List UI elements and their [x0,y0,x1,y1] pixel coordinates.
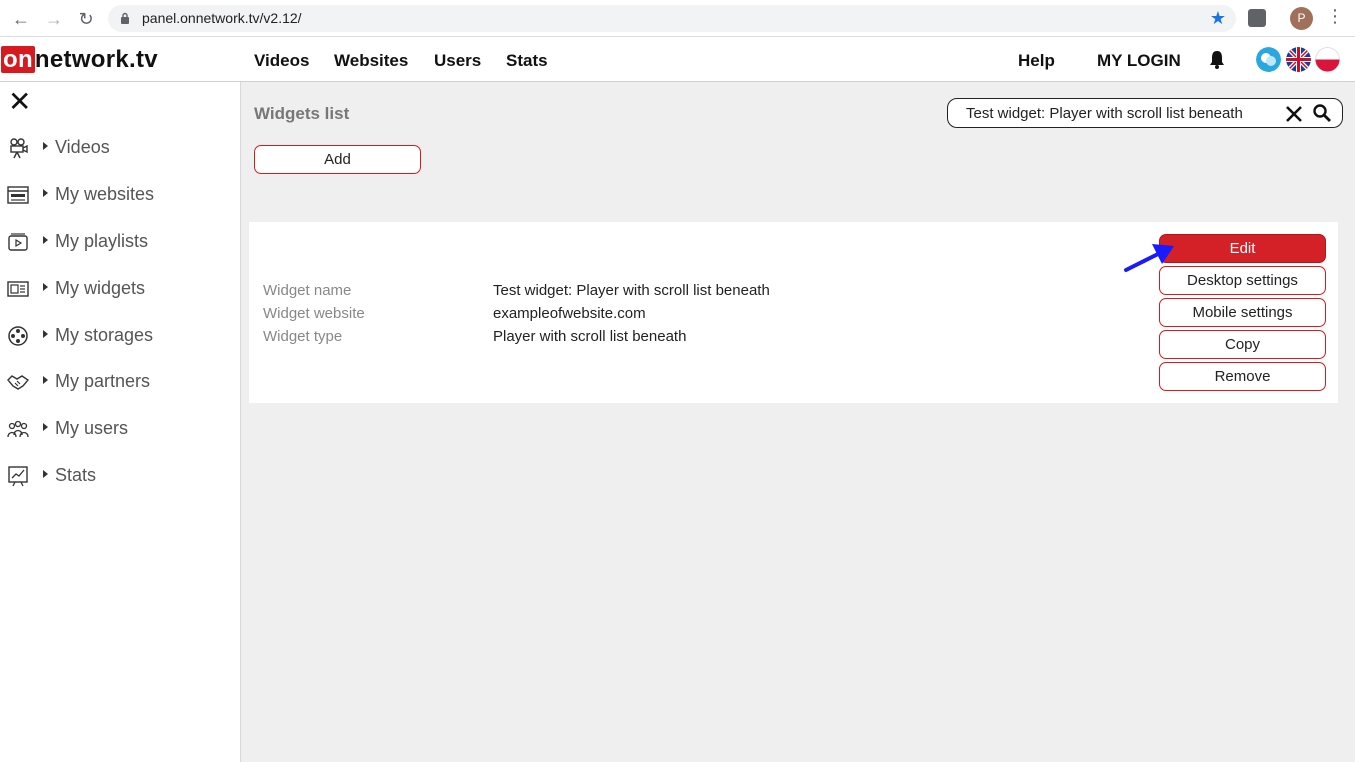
sidebar-item-label: My playlists [55,231,149,251]
desktop-settings-button[interactable]: Desktop settings [1159,266,1326,295]
sidebar-item-my-users[interactable]: My users [0,414,240,444]
sidebar-item-stats[interactable]: Stats [0,461,240,491]
english-flag-icon[interactable] [1286,47,1311,72]
address-bar[interactable]: panel.onnetwork.tv/v2.12/ ★ [108,5,1236,32]
polish-flag-icon[interactable] [1315,47,1340,72]
page-title: Widgets list [254,104,350,123]
sidebar-item-label: Videos [55,137,110,157]
url-text: panel.onnetwork.tv/v2.12/ [142,10,302,26]
clear-search-icon[interactable] [1284,104,1304,124]
browser-toolbar: ← → ↻ panel.onnetwork.tv/v2.12/ ★ P ⋮ [0,0,1355,37]
expand-triangle-icon [43,376,48,384]
extension-puzzle-icon[interactable] [1248,9,1266,27]
edit-button[interactable]: Edit [1159,234,1326,263]
users-icon [7,420,29,438]
widget-name-label: Widget name [263,282,352,299]
logo-text-part: network.tv [34,46,158,73]
sidebar-item-label: My partners [55,371,151,391]
app-header: onnetwork.tv Videos Websites Users Stats… [0,37,1355,82]
expand-triangle-icon [43,470,48,478]
brand-logo[interactable]: onnetwork.tv [1,46,158,73]
website-icon [7,186,29,204]
sidebar-item-my-storages[interactable]: My storages [0,321,240,351]
annotation-arrow-icon [1124,244,1174,272]
lock-icon [121,12,129,24]
camera-icon [10,138,28,159]
playlist-icon [8,233,28,251]
forward-arrow-icon[interactable]: → [43,8,65,30]
search-input[interactable]: Test widget: Player with scroll list ben… [947,98,1343,128]
film-reel-icon [8,326,28,346]
sidebar-item-my-websites[interactable]: My websites [0,180,240,210]
topnav-users[interactable]: Users [434,51,481,71]
widget-icon [7,281,29,297]
chat-flag-icon[interactable] [1256,47,1281,72]
reload-icon[interactable]: ↻ [75,8,97,30]
sidebar-item-label: My widgets [55,278,146,298]
chart-icon [8,466,28,487]
topnav-websites[interactable]: Websites [334,51,408,71]
add-button[interactable]: Add [254,145,421,174]
widget-type-label: Widget type [263,328,343,345]
topnav-help[interactable]: Help [1018,51,1055,71]
expand-triangle-icon [43,142,48,150]
bookmark-star-icon[interactable]: ★ [1210,8,1226,29]
sidebar: ✕ Videos My websites My playlists My wid… [0,82,241,762]
widget-website-label: Widget website [263,305,365,322]
expand-triangle-icon [43,330,48,338]
handshake-icon [7,375,29,390]
expand-triangle-icon [43,236,48,244]
search-icon[interactable] [1312,103,1332,123]
sidebar-item-label: My websites [55,184,155,204]
close-sidebar-icon[interactable]: ✕ [8,88,31,116]
expand-triangle-icon [43,423,48,431]
sidebar-item-label: My users [55,418,129,438]
widget-name-value: Test widget: Player with scroll list ben… [493,282,770,299]
sidebar-item-my-playlists[interactable]: My playlists [0,227,240,257]
sidebar-item-my-widgets[interactable]: My widgets [0,274,240,304]
browser-menu-icon[interactable]: ⋮ [1326,6,1344,27]
back-arrow-icon[interactable]: ← [10,8,32,30]
copy-button[interactable]: Copy [1159,330,1326,359]
mobile-settings-button[interactable]: Mobile settings [1159,298,1326,327]
sidebar-item-label: Stats [55,465,97,485]
main-content: Widgets list Add Test widget: Player wit… [241,82,1355,762]
sidebar-item-my-partners[interactable]: My partners [0,367,240,397]
bell-icon[interactable] [1208,50,1226,70]
sidebar-item-videos[interactable]: Videos [0,133,240,163]
expand-triangle-icon [43,189,48,197]
search-value: Test widget: Player with scroll list ben… [966,105,1243,122]
widget-website-value: exampleofwebsite.com [493,305,646,322]
sidebar-item-label: My storages [55,325,154,345]
remove-button[interactable]: Remove [1159,362,1326,391]
widget-type-value: Player with scroll list beneath [493,328,687,345]
topnav-login[interactable]: MY LOGIN [1097,51,1181,71]
topnav-videos[interactable]: Videos [254,51,309,71]
profile-avatar[interactable]: P [1290,7,1313,30]
logo-on-part: on [1,46,35,73]
expand-triangle-icon [43,283,48,291]
topnav-stats[interactable]: Stats [506,51,548,71]
